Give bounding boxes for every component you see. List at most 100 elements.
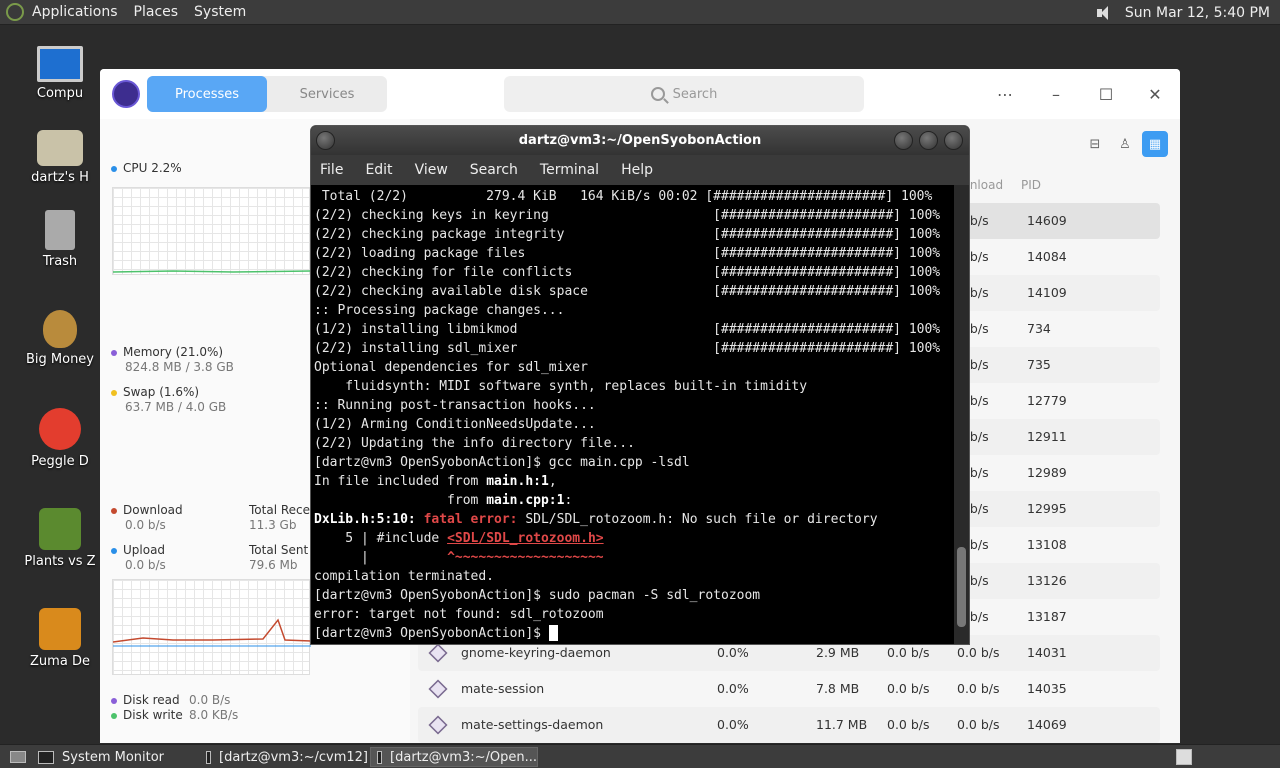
- pid-cell: 12779: [1027, 393, 1067, 408]
- upload-cell: 0.0 b/s: [887, 717, 930, 732]
- terminal-line: Total (2/2) 279.4 KiB 164 KiB/s 00:02 [#…: [314, 189, 933, 204]
- pid-cell: 13187: [1027, 609, 1067, 624]
- terminal-menu-file[interactable]: File: [320, 162, 343, 178]
- user-view-icon[interactable]: ♙: [1112, 131, 1138, 157]
- workspace-switcher[interactable]: [1176, 747, 1196, 767]
- terminal-menu-search[interactable]: Search: [470, 162, 518, 178]
- terminal-output[interactable]: Total (2/2) 279.4 KiB 164 KiB/s 00:02 [#…: [311, 185, 954, 644]
- pid-cell: 14069: [1027, 717, 1067, 732]
- terminal-close-button[interactable]: [944, 131, 963, 150]
- pid-cell: 14084: [1027, 249, 1067, 264]
- cpu-label: CPU 2.2%: [111, 161, 182, 175]
- download-cell: 0.0 b/s: [957, 681, 1000, 696]
- upload-cell: 0.0 b/s: [887, 681, 930, 696]
- download-cell: 0.0 b/s: [957, 717, 1000, 732]
- tab-services[interactable]: Services: [267, 76, 387, 112]
- window-icon: [38, 750, 54, 764]
- terminal-window: dartz@vm3:~/OpenSyobonAction File Edit V…: [310, 125, 970, 645]
- menu-system[interactable]: System: [194, 4, 246, 20]
- process-name-cell: gnome-keyring-daemon: [461, 645, 611, 660]
- terminal-line: :: Processing package changes...: [314, 303, 565, 318]
- trash-icon: [45, 210, 75, 250]
- terminal-line: (2/2) checking package integrity [######…: [314, 227, 941, 242]
- search-placeholder: Search: [672, 86, 718, 102]
- text-view-icon[interactable]: ⊟: [1082, 131, 1108, 157]
- pid-cell: 12911: [1027, 429, 1067, 444]
- table-row[interactable]: mate-session 0.0% 7.8 MB 0.0 b/s 0.0 b/s 1403…: [418, 671, 1160, 707]
- cpu-graph: [112, 187, 312, 275]
- terminal-icon: [377, 750, 383, 764]
- top-panel: Applications Places System Sun Mar 12, 5…: [0, 0, 1280, 25]
- pid-cell: 734: [1027, 321, 1051, 336]
- tree-view-icon[interactable]: ▦: [1142, 131, 1168, 157]
- pid-cell: 12989: [1027, 465, 1067, 480]
- terminal-line: (1/2) installing libmikmod [############…: [314, 322, 941, 337]
- system-monitor-logo-icon: [112, 80, 140, 108]
- upload-cell: 0.0 b/s: [887, 645, 930, 660]
- terminal-menu-terminal[interactable]: Terminal: [540, 162, 599, 178]
- peggle-icon: [39, 408, 81, 450]
- terminal-line: error: target not found: sdl_rotozoom: [314, 607, 604, 622]
- terminal-line: (1/2) Arming ConditionNeedsUpdate...: [314, 417, 596, 432]
- terminal-line: (2/2) installing sdl_mixer [############…: [314, 341, 941, 356]
- terminal-line: [dartz@vm3 OpenSyobonAction]$ sudo pacma…: [314, 588, 761, 603]
- pid-cell: 14035: [1027, 681, 1067, 696]
- network-graph: [112, 579, 312, 675]
- total-sent-value: 79.6 Mb: [249, 558, 298, 572]
- terminal-line: :: Running post-transaction hooks...: [314, 398, 596, 413]
- cpu-cell: 0.0%: [717, 645, 749, 660]
- terminal-menu-button[interactable]: [316, 131, 335, 150]
- terminal-line: fluidsynth: MIDI software synth, replace…: [314, 379, 808, 394]
- close-button[interactable]: ✕: [1145, 84, 1165, 104]
- show-desktop-icon[interactable]: [4, 747, 34, 767]
- terminal-menu-edit[interactable]: Edit: [365, 162, 392, 178]
- more-options-icon[interactable]: ⋯: [995, 84, 1015, 104]
- pid-cell: 12995: [1027, 501, 1067, 516]
- menu-places[interactable]: Places: [134, 4, 179, 20]
- terminal-scrollbar[interactable]: [954, 185, 969, 644]
- total-received-value: 11.3 Gb: [249, 518, 297, 532]
- disk-read-value: 0.0 B/s: [189, 693, 231, 707]
- terminal-minimize-button[interactable]: [894, 131, 913, 150]
- cpu-cell: 0.0%: [717, 717, 749, 732]
- terminal-menu-help[interactable]: Help: [621, 162, 653, 178]
- mate-logo-icon[interactable]: [6, 3, 24, 21]
- disk-read-label: Disk read: [111, 693, 180, 707]
- search-input[interactable]: Search: [504, 76, 864, 112]
- clock[interactable]: Sun Mar 12, 5:40 PM: [1125, 5, 1270, 21]
- maximize-button[interactable]: ☐: [1096, 84, 1116, 104]
- terminal-maximize-button[interactable]: [919, 131, 938, 150]
- task-terminal-cvm12[interactable]: [dartz@vm3:~/cvm12]: [200, 747, 368, 767]
- terminal-line: (2/2) checking keys in keyring [########…: [314, 208, 941, 223]
- terminal-line: (2/2) loading package files [###########…: [314, 246, 941, 261]
- cpu-graph-line: [112, 270, 312, 273]
- network-graph-lines: [112, 618, 312, 647]
- volume-icon[interactable]: [1095, 5, 1113, 21]
- process-name-cell: mate-session: [461, 681, 545, 696]
- pid-cell: 14109: [1027, 285, 1067, 300]
- column-pid[interactable]: PID: [1021, 178, 1041, 192]
- process-name-cell: mate-settings-daemon: [461, 717, 604, 732]
- upload-value: 0.0 b/s: [125, 558, 166, 572]
- bottom-taskbar: System Monitor [dartz@vm3:~/cvm12] [dart…: [0, 744, 1280, 768]
- terminal-scroll-thumb[interactable]: [957, 547, 966, 627]
- pid-cell: 13126: [1027, 573, 1067, 588]
- terminal-titlebar[interactable]: dartz@vm3:~/OpenSyobonAction: [311, 126, 969, 155]
- terminal-menu-view[interactable]: View: [415, 162, 448, 178]
- table-row[interactable]: mate-settings-daemon 0.0% 11.7 MB 0.0 b/s 0.…: [418, 707, 1160, 743]
- tab-processes[interactable]: Processes: [147, 76, 267, 112]
- terminal-line: compilation terminated.: [314, 569, 495, 584]
- minimize-button[interactable]: –: [1046, 84, 1066, 104]
- cpu-cell: 0.0%: [717, 681, 749, 696]
- terminal-line: [dartz@vm3 OpenSyobonAction]$ gcc main.c…: [314, 455, 690, 470]
- memory-cell: 11.7 MB: [816, 717, 868, 732]
- task-terminal-opensyobon[interactable]: [dartz@vm3:~/Open...: [370, 747, 538, 767]
- terminal-line: (2/2) Updating the info directory file..…: [314, 436, 635, 451]
- task-system-monitor[interactable]: System Monitor: [32, 747, 200, 767]
- memory-label: Memory (21.0%): [111, 345, 223, 359]
- menu-applications[interactable]: Applications: [32, 4, 118, 20]
- terminal-prompt-line: [dartz@vm3 OpenSyobonAction]$: [314, 624, 954, 643]
- download-cell: 0.0 b/s: [957, 645, 1000, 660]
- memory-value: 824.8 MB / 3.8 GB: [125, 360, 234, 374]
- view-tabs: Processes Services: [147, 76, 387, 112]
